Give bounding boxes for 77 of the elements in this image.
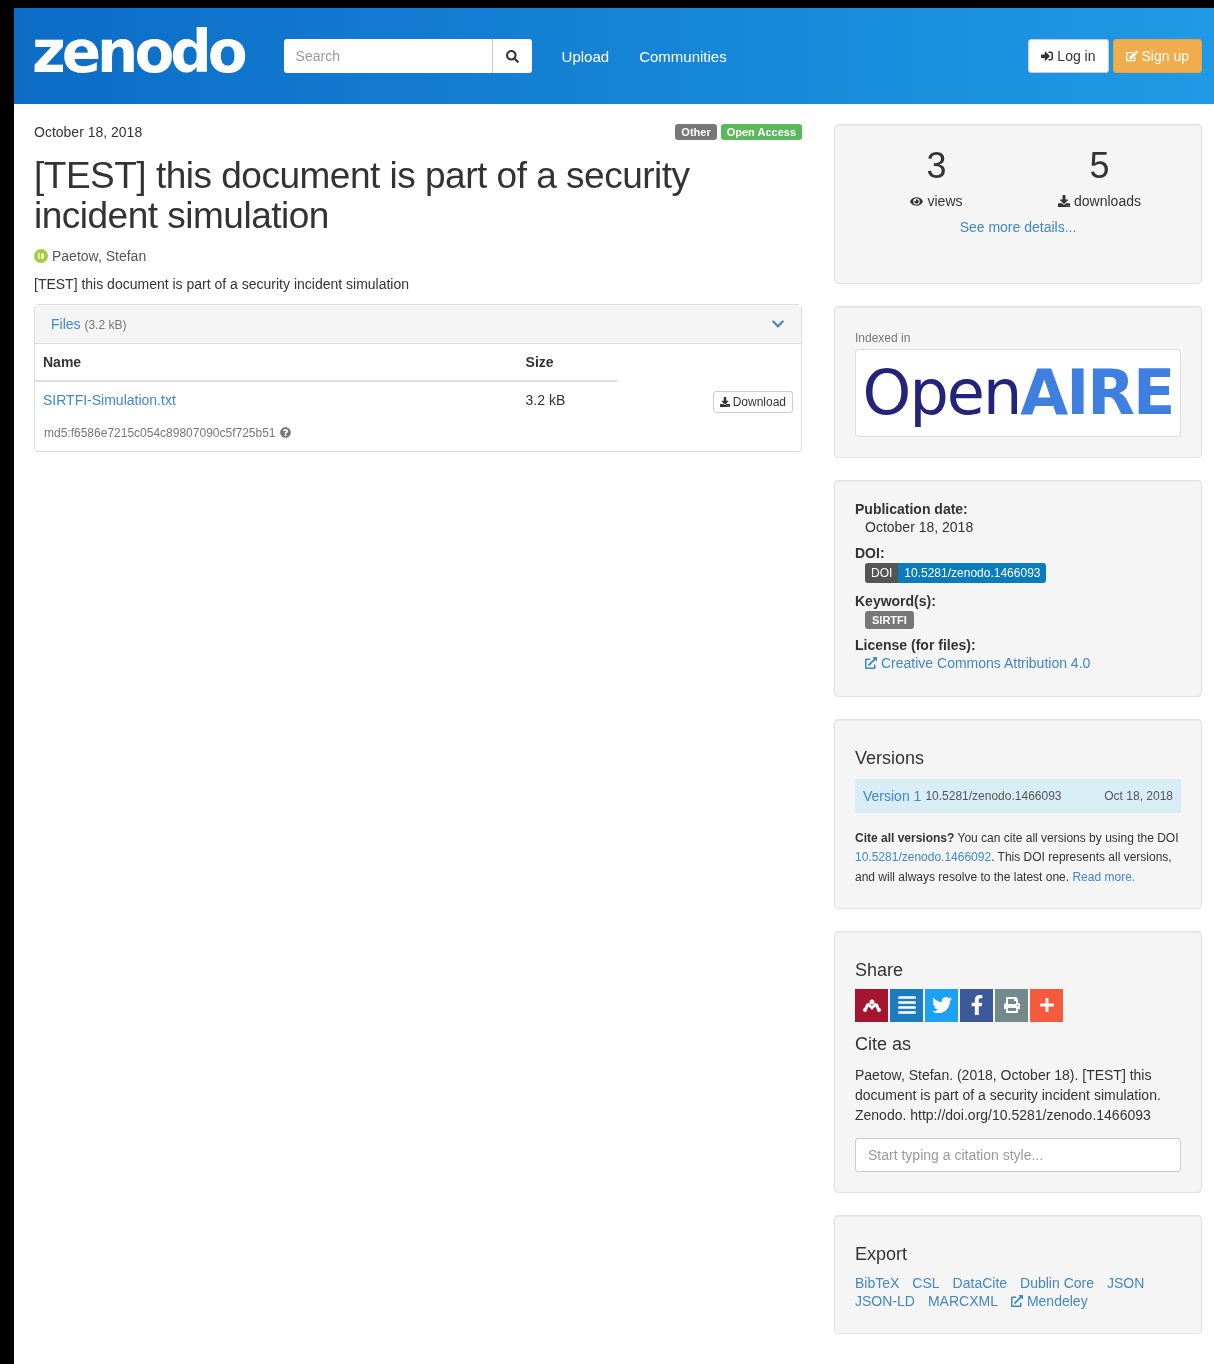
share-button[interactable]: [890, 988, 923, 1022]
sign-in-icon: [1041, 50, 1054, 62]
download-icon: [1058, 195, 1071, 207]
version-doi: 10.5281/zenodo.1466093: [925, 788, 1063, 803]
detail-label: License (for files):: [855, 636, 976, 653]
author-id-icon: [34, 248, 48, 263]
openaire-logo[interactable]: OpenAIRE: [855, 348, 1181, 437]
column-header: Size: [517, 343, 618, 381]
file-link[interactable]: SIRTFI-Simulation.txt: [43, 391, 176, 408]
logo[interactable]: zenodo: [32, 23, 244, 81]
export-link[interactable]: JSON: [1107, 1274, 1145, 1291]
section-title: Share: [855, 959, 905, 981]
detail-label: Keyword(s):: [855, 592, 936, 609]
details-link[interactable]: See more details...: [959, 218, 1077, 235]
record-badge: Open Access: [720, 124, 802, 140]
section-title: Cite as: [855, 1033, 913, 1055]
record-title: [TEST] this document is part of a security incident simulation: [34, 156, 691, 236]
export-link[interactable]: MARCXML: [927, 1292, 998, 1309]
share-button[interactable]: [855, 988, 888, 1022]
export-link[interactable]: BibTeX: [855, 1274, 900, 1291]
export-link[interactable]: Mendeley: [1010, 1292, 1088, 1309]
export-link[interactable]: JSON-LD: [855, 1292, 915, 1309]
detail-label: DOI:: [855, 544, 885, 561]
record-description: [TEST] this document is part of a security incident simulation: [34, 275, 411, 292]
table-cell: 3.2 kB: [517, 380, 618, 417]
download-icon: [719, 396, 730, 407]
doi-link[interactable]: 10.5281/zenodo.1466093: [898, 562, 1047, 583]
citation-style-field[interactable]: Start typing a citation style...: [855, 1137, 1181, 1172]
download-button[interactable]: Download: [712, 390, 793, 413]
version-row[interactable]: Version 1 10.5281/zenodo.1466093 Oct 18, 2018: [855, 778, 1181, 813]
checksum: md5:f6586e7215c054c89807090c5f725b51: [44, 425, 276, 440]
signup-button[interactable]: Sign up: [1112, 39, 1202, 73]
list-icon: [896, 995, 917, 1016]
share-button[interactable]: [995, 988, 1028, 1022]
detail-label: Publication date:: [855, 500, 968, 517]
external-link-icon: [1010, 1294, 1023, 1307]
files-toggle[interactable]: Files: [51, 315, 81, 332]
export-link[interactable]: DataCite: [952, 1274, 1008, 1291]
print-icon: [1003, 997, 1020, 1014]
login-button[interactable]: Log in: [1028, 39, 1109, 73]
record-date: October 18, 2018: [34, 124, 143, 140]
downloads-count: 5: [1088, 145, 1111, 187]
views-label: views: [927, 193, 963, 209]
section-title: Versions: [855, 747, 926, 769]
export-link[interactable]: CSL: [912, 1274, 940, 1291]
search-button[interactable]: [491, 39, 532, 73]
doi-link[interactable]: Read more.: [1072, 870, 1136, 885]
keyword-tag[interactable]: SIRTFI: [865, 610, 914, 629]
search-icon: [505, 49, 519, 63]
mendeley-icon: [861, 998, 882, 1013]
column-header: Name: [35, 343, 518, 381]
citation-text: Paetow, Stefan. (2018, October 18). [TEST] this document is part of a security incident simulation. Zenodo. http://doi.org/10.5281/zenodo.1466093: [855, 1065, 1162, 1126]
views-count: 3: [925, 145, 948, 187]
detail-value: October 18, 2018: [865, 518, 974, 535]
author-name[interactable]: Paetow, Stefan: [52, 247, 147, 264]
section-title: Export: [855, 1243, 909, 1265]
external-link-icon: [865, 656, 877, 669]
indexed-label: Indexed in: [855, 330, 912, 345]
files-size: (3.2 kB): [84, 317, 127, 332]
doi-prefix: DOI: [865, 562, 899, 583]
downloads-label: downloads: [1074, 193, 1141, 209]
share-button[interactable]: [960, 988, 993, 1022]
share-button[interactable]: [1030, 988, 1063, 1022]
twitter-icon: [931, 995, 952, 1016]
search-field[interactable]: Search: [283, 39, 492, 73]
versions-note: Cite all versions? You can cite all versions by using the DOI 10.5281/zenodo.1466092. This DOI represents all versions, and will always resolve to the latest one. Read more.: [855, 829, 1180, 887]
eye-icon: [910, 194, 924, 208]
plus-icon: [1038, 997, 1055, 1014]
export-link[interactable]: Dublin Core: [1020, 1274, 1094, 1291]
version-link[interactable]: Version 1: [863, 787, 922, 804]
record-badge: Other: [675, 124, 717, 140]
license-link[interactable]: Creative Commons Attribution 4.0: [865, 654, 1091, 671]
version-date: Oct 18, 2018: [1104, 788, 1173, 803]
edit-icon: [1125, 50, 1138, 62]
help-icon[interactable]: [279, 427, 291, 439]
nav-link[interactable]: Communities: [639, 47, 727, 65]
nav-link[interactable]: Upload: [561, 47, 610, 65]
